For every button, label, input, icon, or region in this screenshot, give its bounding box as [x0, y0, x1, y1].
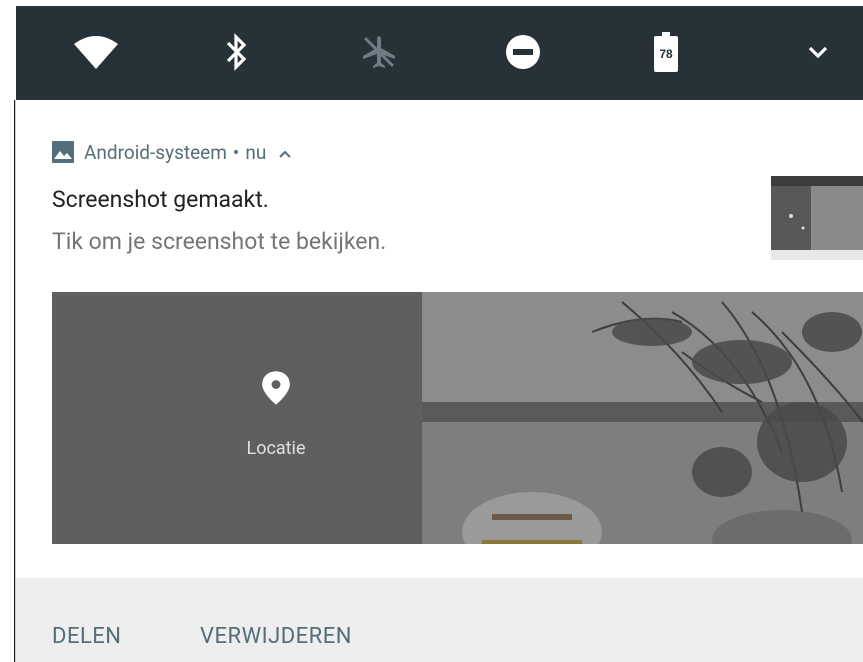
- notification-actions: DELEN VERWIJDEREN: [16, 578, 863, 662]
- airplane-mode-icon[interactable]: [354, 26, 404, 78]
- app-name: Android-systeem: [84, 140, 227, 164]
- location-tile: Locatie: [52, 292, 422, 544]
- image-icon: [52, 141, 74, 163]
- screenshot-thumbnail[interactable]: [771, 176, 863, 260]
- screenshot-notification[interactable]: Android-systeem • nu Screenshot gemaakt.…: [16, 100, 863, 662]
- notification-header[interactable]: Android-systeem • nu: [52, 140, 292, 164]
- expand-chevron-icon[interactable]: [798, 32, 838, 72]
- screenshot-preview[interactable]: Locatie: [52, 292, 863, 544]
- header-separator: •: [232, 140, 240, 164]
- chevron-up-icon[interactable]: [278, 141, 292, 164]
- location-pin-icon: [259, 370, 293, 410]
- bluetooth-icon[interactable]: [216, 26, 256, 78]
- delete-button[interactable]: VERWIJDEREN: [200, 624, 352, 649]
- notification-title: Screenshot gemaakt.: [52, 186, 269, 213]
- quick-settings-bar: 78: [16, 6, 863, 100]
- do-not-disturb-icon[interactable]: [500, 28, 546, 76]
- screen: 78 Android-systeem • nu Screenshot gemaa…: [0, 0, 863, 662]
- battery-level-text: 78: [659, 47, 673, 61]
- notification-time: nu: [245, 140, 267, 164]
- battery-icon[interactable]: 78: [646, 24, 686, 80]
- notification-text: Tik om je screenshot te bekijken.: [52, 228, 387, 255]
- wifi-icon[interactable]: [68, 28, 124, 78]
- share-button[interactable]: DELEN: [52, 624, 122, 649]
- background-photo: [422, 292, 863, 544]
